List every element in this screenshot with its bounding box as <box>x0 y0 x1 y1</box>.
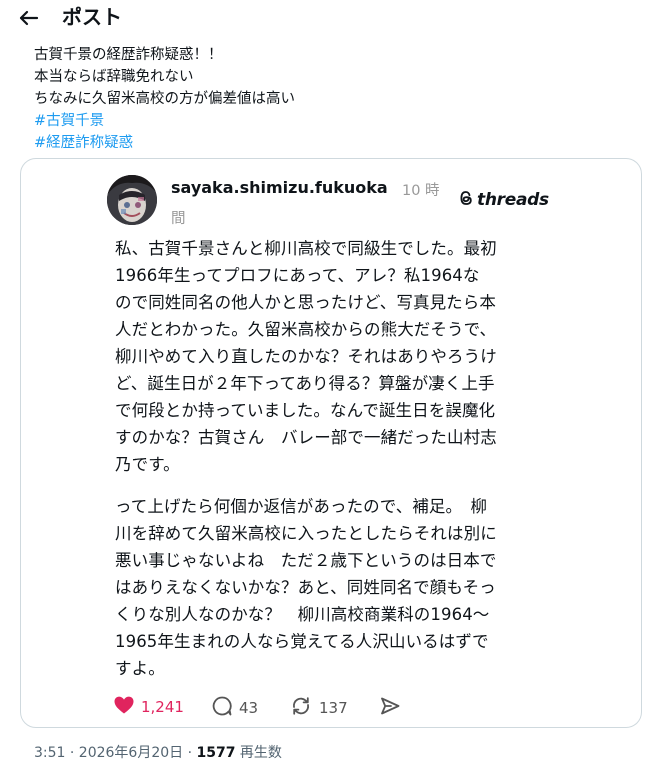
text-line: くりな別人なのかな？ 柳川高校商業科の1964～ <box>115 605 490 624</box>
text-line: で何段とか持っていました。なんで誕生日を誤魔化 <box>115 401 496 420</box>
like-button[interactable]: 1,241 <box>113 695 184 719</box>
text-line: って上げたら何個か返信があったので、補足。 柳 <box>115 497 488 516</box>
view-label: 再生数 <box>235 745 282 761</box>
post-datetime[interactable]: 3:51 · 2026年6月20日 · <box>34 745 197 761</box>
text-line: ので同姓同名の他人かと思ったけど、写真見たら本 <box>115 293 496 312</box>
post-text: 古賀千景の経歴詐称疑惑！！ 本当ならば辞職免れない ちなみに久留米高校の方が偏差… <box>34 44 594 154</box>
post-time: 10 時間 <box>171 183 440 227</box>
like-count: 1,241 <box>141 698 184 716</box>
threads-logo: threads <box>457 189 549 211</box>
text-line: 1966年生ってプロフにあって、アレ？私1964な <box>115 266 480 285</box>
heart-icon <box>113 695 135 719</box>
comment-icon <box>211 695 233 721</box>
share-button[interactable] <box>379 695 401 721</box>
post-line: 古賀千景の経歴詐称疑惑！！ <box>34 47 223 63</box>
threads-paragraph: って上げたら何個か返信があったので、補足。 柳 川を辞めて久留米高校に入ったとし… <box>115 493 561 682</box>
page-title: ポスト <box>62 5 122 29</box>
embedded-threads-card[interactable]: sayaka.shimizu.fukuoka 10 時間 threads 私、古… <box>20 158 642 728</box>
text-line: 柳川やめて入り直したのかな？それはありやろうけ <box>115 347 497 366</box>
hashtag-link[interactable]: #古賀千景 <box>34 110 594 132</box>
text-line: 私、古賀千景さんと柳川高校で同級生でした。最初 <box>115 239 497 258</box>
action-bar: 1,241 43 137 <box>113 695 413 721</box>
post-footer: 3:51 · 2026年6月20日 · 1577 再生数 <box>34 742 282 762</box>
send-icon <box>379 695 401 721</box>
threads-wordmark: threads <box>477 190 549 210</box>
top-bar: ポスト <box>0 0 658 36</box>
back-arrow-icon[interactable] <box>16 6 42 30</box>
reply-count: 43 <box>239 699 259 717</box>
repost-icon <box>289 695 313 721</box>
text-line: すのかな？古賀さん バレー部で一緒だった山村志 <box>115 428 497 447</box>
text-line: すよ。 <box>115 659 165 678</box>
text-line: はありえなくないかな？あと、同姓同名で顔もそっ <box>115 578 496 597</box>
text-line: ど、誕生日が２年下ってあり得る？算盤が凄く上手 <box>115 374 495 393</box>
text-line: 川を辞めて久留米高校に入ったとしたらそれは別に <box>115 524 497 543</box>
view-count: 1577 <box>196 745 236 761</box>
repost-button[interactable]: 137 <box>289 695 348 721</box>
text-line: 悪い事じゃないよね ただ２歳下というのは日本で <box>115 551 497 570</box>
post-line: 本当ならば辞職免れない <box>34 69 194 85</box>
text-line: 1965年生まれの人なら覚えてる人沢山いるはずで <box>115 632 489 651</box>
post-line: ちなみに久留米高校の方が偏差値は高い <box>34 91 295 107</box>
repost-count: 137 <box>319 699 348 717</box>
threads-icon <box>457 189 475 211</box>
avatar[interactable] <box>107 175 157 225</box>
text-line: 人だとわかった。久留米高校からの熊大だそうで、 <box>115 320 497 339</box>
text-line: 乃です。 <box>115 455 180 474</box>
hashtag-link[interactable]: #経歴詐称疑惑 <box>34 132 594 154</box>
threads-paragraph: 私、古賀千景さんと柳川高校で同級生でした。最初 1966年生ってプロフにあって、… <box>115 235 561 478</box>
reply-button[interactable]: 43 <box>211 695 258 721</box>
